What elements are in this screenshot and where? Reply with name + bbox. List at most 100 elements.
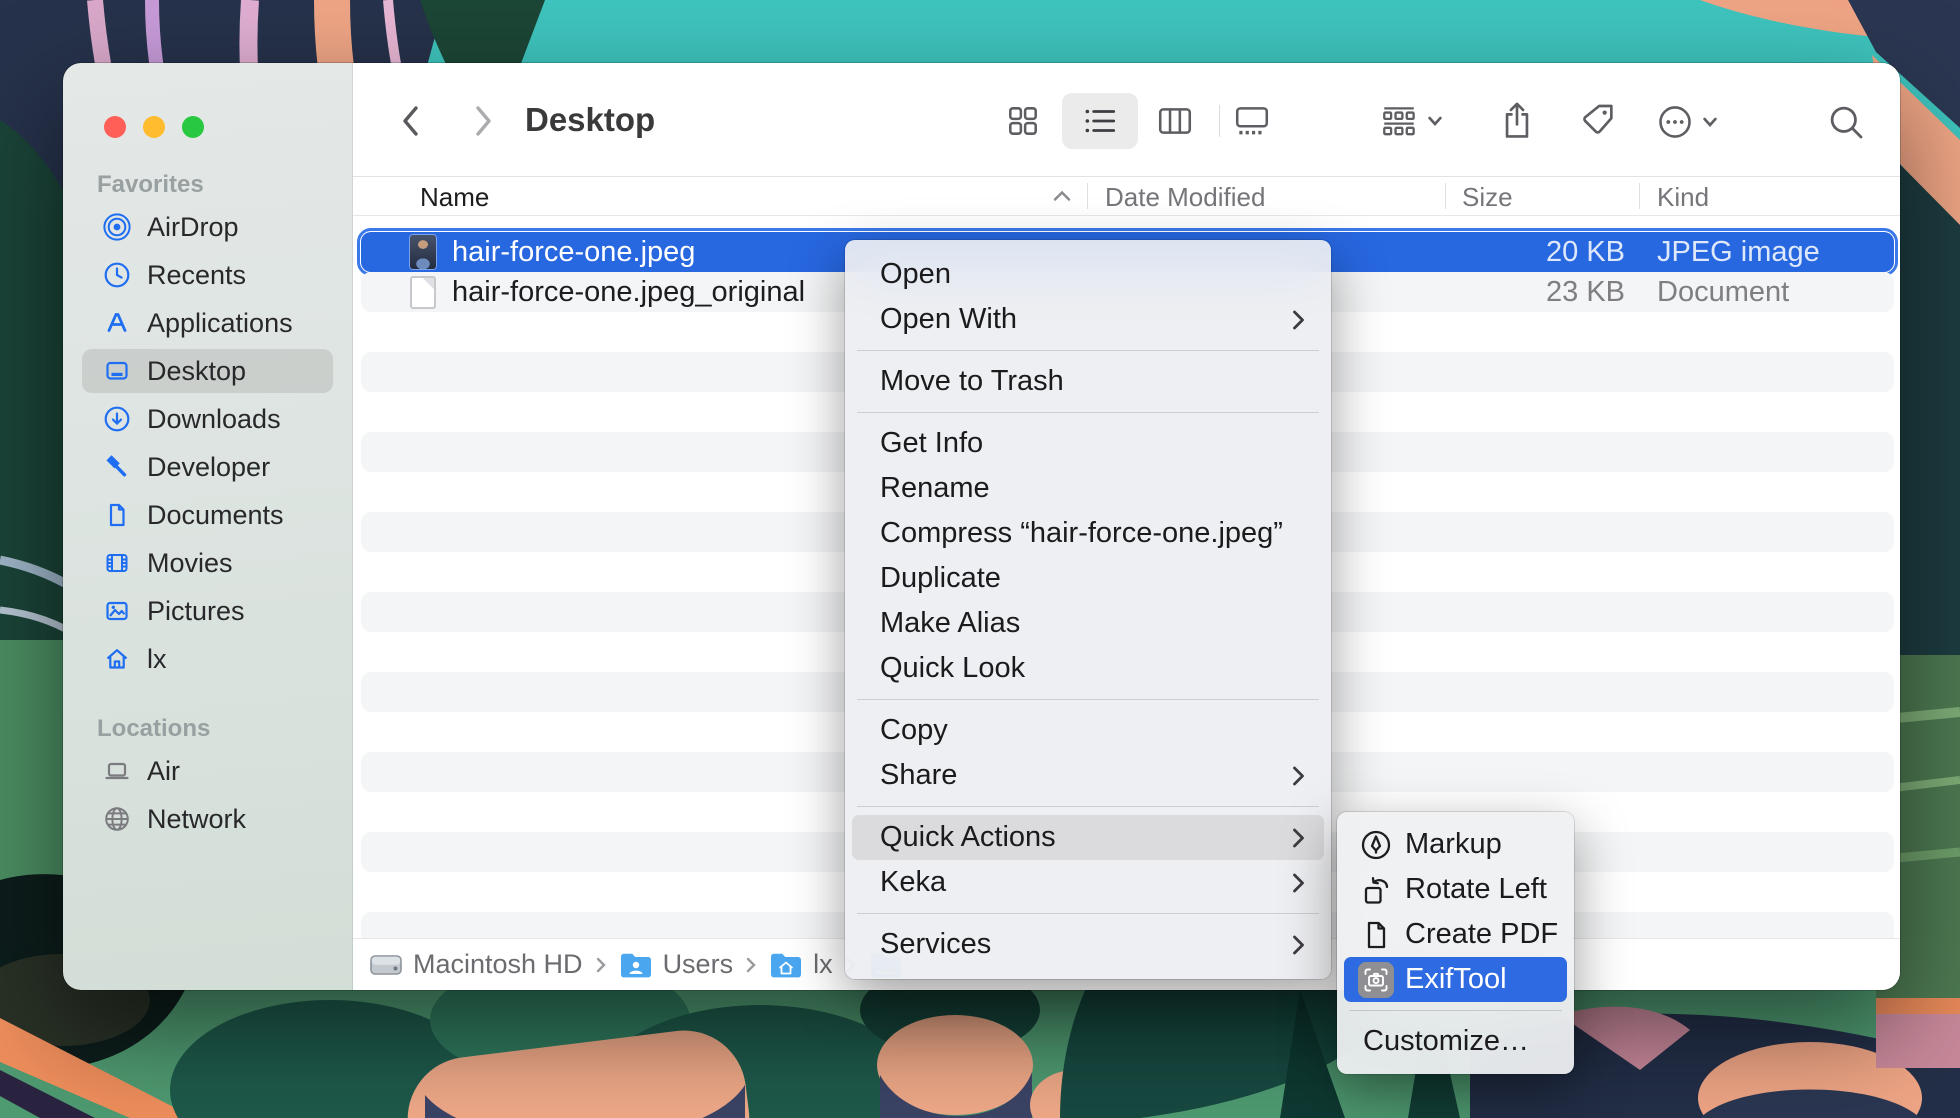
sidebar-item-documents[interactable]: Documents <box>63 491 352 539</box>
sidebar-item-label: Air <box>147 756 180 787</box>
column-header-date-modified[interactable]: Date Modified <box>1105 182 1265 213</box>
path-separator-chevron <box>745 956 757 974</box>
column-view-icon <box>1156 103 1194 139</box>
create-pdf-icon <box>1360 919 1392 951</box>
chevron-down-icon <box>1427 115 1443 127</box>
submenu-item-markup[interactable]: Markup <box>1337 822 1574 867</box>
menu-item-label: Quick Actions <box>880 821 1056 854</box>
submenu-item-create-pdf[interactable]: Create PDF <box>1337 912 1574 957</box>
menu-item-open[interactable]: Open <box>845 252 1331 297</box>
submenu-item-label: Customize… <box>1363 1025 1529 1058</box>
quick-action-camera-icon <box>1358 962 1394 998</box>
sidebar-item-label: Developer <box>147 452 270 483</box>
sidebar-item-applications[interactable]: Applications <box>63 299 352 347</box>
sidebar-item-developer[interactable]: Developer <box>63 443 352 491</box>
file-size: 20 KB <box>1546 236 1625 269</box>
group-by-button[interactable] <box>1379 103 1443 139</box>
submenu-item-customize[interactable]: Customize… <box>1337 1019 1574 1064</box>
file-name: hair-force-one.jpeg <box>452 236 695 269</box>
menu-item-label: Copy <box>880 714 948 747</box>
rotate-left-icon <box>1360 874 1392 906</box>
ellipsis-circle-icon <box>1656 103 1694 141</box>
menu-item-keka[interactable]: Keka <box>845 860 1331 905</box>
path-item-users[interactable]: Users <box>619 949 734 980</box>
file-name: hair-force-one.jpeg_original <box>452 276 805 309</box>
photo-icon <box>103 597 131 625</box>
path-item-label: Macintosh HD <box>413 949 583 980</box>
chevron-right-icon <box>469 103 497 139</box>
menu-item-label: Get Info <box>880 427 983 460</box>
view-columns-button[interactable] <box>1156 103 1194 139</box>
sidebar-item-recents[interactable]: Recents <box>63 251 352 299</box>
menu-item-copy[interactable]: Copy <box>845 708 1331 753</box>
menu-item-duplicate[interactable]: Duplicate <box>845 556 1331 601</box>
menu-item-label: Move to Trash <box>880 365 1064 398</box>
column-header-name[interactable]: Name <box>420 182 489 213</box>
menu-item-services[interactable]: Services <box>845 922 1331 967</box>
more-actions-button[interactable] <box>1656 103 1718 141</box>
menu-item-rename[interactable]: Rename <box>845 466 1331 511</box>
sidebar: Favorites AirDrop Recents Applications D… <box>63 63 353 990</box>
sidebar-item-pictures[interactable]: Pictures <box>63 587 352 635</box>
file-kind: JPEG image <box>1657 236 1820 269</box>
quick-actions-submenu: Markup Rotate Left Create PDF ExifTool C… <box>1337 812 1574 1074</box>
sidebar-item-airdrop[interactable]: AirDrop <box>63 203 352 251</box>
path-item-macintosh-hd[interactable]: Macintosh HD <box>369 949 583 980</box>
menu-item-quick-look[interactable]: Quick Look <box>845 646 1331 691</box>
menu-separator <box>857 350 1319 351</box>
share-button[interactable] <box>1498 100 1536 142</box>
menu-separator <box>857 412 1319 413</box>
path-separator-chevron <box>595 956 607 974</box>
menu-item-compress[interactable]: Compress “hair-force-one.jpeg” <box>845 511 1331 556</box>
document-icon <box>103 501 131 529</box>
chevron-down-icon <box>1702 116 1718 128</box>
clock-icon <box>103 261 131 289</box>
list-view-icon <box>1081 103 1119 139</box>
menu-separator <box>857 913 1319 914</box>
column-header-kind[interactable]: Kind <box>1657 182 1709 213</box>
back-button[interactable] <box>397 103 425 139</box>
sidebar-item-home[interactable]: lx <box>63 635 352 683</box>
column-header-size[interactable]: Size <box>1462 182 1513 213</box>
menu-item-make-alias[interactable]: Make Alias <box>845 601 1331 646</box>
toolbar: Desktop <box>353 63 1900 177</box>
sidebar-item-movies[interactable]: Movies <box>63 539 352 587</box>
view-list-button[interactable] <box>1081 103 1119 139</box>
search-button[interactable] <box>1826 102 1866 142</box>
desktop-icon <box>103 357 131 385</box>
menu-item-share[interactable]: Share <box>845 753 1331 798</box>
sidebar-item-downloads[interactable]: Downloads <box>63 395 352 443</box>
zoom-button[interactable] <box>182 116 204 138</box>
submenu-item-label: Create PDF <box>1405 918 1558 951</box>
sidebar-item-desktop[interactable]: Desktop <box>63 347 352 395</box>
menu-item-get-info[interactable]: Get Info <box>845 421 1331 466</box>
column-divider[interactable] <box>1639 183 1640 209</box>
submenu-chevron-icon <box>1292 309 1305 331</box>
menu-item-move-to-trash[interactable]: Move to Trash <box>845 359 1331 404</box>
sidebar-item-air[interactable]: Air <box>63 747 352 795</box>
sidebar-item-label: Desktop <box>147 356 246 387</box>
window-controls <box>104 116 204 138</box>
file-size: 23 KB <box>1546 276 1625 309</box>
menu-item-quick-actions[interactable]: Quick Actions <box>852 815 1324 860</box>
view-icons-button[interactable] <box>1005 103 1041 139</box>
menu-separator <box>857 806 1319 807</box>
submenu-item-exiftool[interactable]: ExifTool <box>1344 957 1567 1002</box>
menu-item-label: Duplicate <box>880 562 1001 595</box>
menu-item-label: Keka <box>880 866 946 899</box>
submenu-item-label: ExifTool <box>1405 963 1507 996</box>
view-gallery-button[interactable] <box>1233 103 1271 139</box>
menu-item-label: Rename <box>880 472 990 505</box>
close-button[interactable] <box>104 116 126 138</box>
tags-button[interactable] <box>1578 101 1618 141</box>
search-icon <box>1826 102 1866 142</box>
submenu-item-rotate-left[interactable]: Rotate Left <box>1337 867 1574 912</box>
path-item-label: Users <box>663 949 734 980</box>
forward-button[interactable] <box>469 103 497 139</box>
column-divider[interactable] <box>1445 183 1446 209</box>
minimize-button[interactable] <box>143 116 165 138</box>
column-divider[interactable] <box>1087 183 1088 209</box>
path-item-lx[interactable]: lx <box>769 949 833 980</box>
menu-item-open-with[interactable]: Open With <box>845 297 1331 342</box>
sidebar-item-network[interactable]: Network <box>63 795 352 843</box>
